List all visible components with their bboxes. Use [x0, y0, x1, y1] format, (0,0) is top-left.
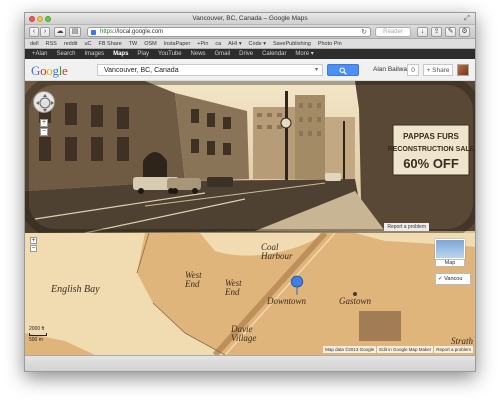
scale-bar: 2000 ft 500 m [29, 326, 47, 343]
edit-map-maker-link[interactable]: Edit in Google Map Maker [377, 346, 434, 353]
dropdown-icon[interactable]: ▾ [315, 65, 318, 76]
gbar-item-drive[interactable]: Drive [239, 49, 253, 59]
bookmark-item[interactable]: +Pin [197, 39, 208, 48]
zoom-window-button[interactable] [45, 16, 51, 22]
map-panel[interactable]: English Bay West End West End Coal Harbo… [25, 233, 475, 355]
label-strath: Strath [451, 336, 474, 346]
bookmark-item[interactable]: Code ▾ [249, 39, 266, 48]
label-downtown: Downtown [267, 296, 307, 306]
gbar-item-plus-alan[interactable]: +Alan [32, 49, 48, 59]
gbar-item-calendar[interactable]: Calendar [262, 49, 286, 59]
title-bar: Vancouver, BC, Canada – Google Maps ⤢ [25, 13, 475, 25]
bookmarks-bar: dell RSS reddit uC FB Share TW OSM Insta… [25, 39, 475, 49]
search-button[interactable] [327, 64, 359, 76]
bookmark-item[interactable]: AHI ▾ [228, 39, 241, 48]
notifications-count[interactable]: 0 [407, 64, 419, 76]
url-host: local.google.com [118, 29, 164, 35]
bookmarks-button[interactable]: ▤ [69, 27, 81, 37]
map-type-thumbnail[interactable] [435, 239, 465, 259]
close-window-button[interactable] [29, 16, 35, 22]
bookmark-item[interactable]: OSM [144, 39, 157, 48]
sign-line-2: RECONSTRUCTION SALE [388, 146, 475, 153]
fullscreen-icon[interactable]: ⤢ [463, 15, 471, 23]
bookmark-item[interactable]: dell [30, 39, 39, 48]
google-logo[interactable]: Google [31, 63, 68, 79]
street-view-panel[interactable]: PAPPAS FURS RECONSTRUCTION SALE 60% OFF [25, 81, 475, 233]
cloud-tabs-button[interactable]: ☁ [54, 27, 66, 37]
search-input[interactable]: Vancouver, BC, Canada ▾ [97, 64, 323, 76]
bookmark-item[interactable]: InstaPaper [164, 39, 191, 48]
layer-selector[interactable]: ✓ Vancou [435, 273, 471, 285]
search-header: Google Vancouver, BC, Canada ▾ Alan Bail… [25, 59, 475, 81]
sv-zoom-out-button[interactable]: − [40, 128, 48, 136]
sv-zoom-in-button[interactable]: + [40, 119, 48, 127]
map-attribution: Map data ©2013 Google Edit in Google Map … [322, 346, 473, 353]
pan-arrows-icon [36, 94, 54, 112]
gbar-item-images[interactable]: Images [84, 49, 104, 59]
gbar-item-maps[interactable]: Maps [113, 49, 128, 59]
gbar-item-more[interactable]: More ▾ [295, 49, 313, 59]
compass-control[interactable] [33, 91, 55, 113]
reader-button[interactable]: Reader [375, 27, 411, 37]
status-bar [25, 355, 475, 371]
label-gastown: Gastown [339, 296, 372, 306]
favicon-icon [91, 30, 96, 35]
bookmark-item[interactable]: SavePublishing [273, 39, 311, 48]
map-report-problem-link[interactable]: Report a problem [434, 346, 473, 353]
bookmark-item[interactable]: reddit [64, 39, 78, 48]
address-bar[interactable]: https://local.google.com ↻ [87, 27, 371, 37]
share-button[interactable]: + Share [423, 64, 453, 76]
sign-line-3: 60% OFF [403, 156, 459, 171]
gbar-item-search[interactable]: Search [56, 49, 75, 59]
bookmark-item[interactable]: RSS [46, 39, 57, 48]
settings-icon[interactable]: ⚙ [459, 27, 470, 37]
street-view-image: PAPPAS FURS RECONSTRUCTION SALE 60% OFF [25, 81, 475, 233]
label-west-end-2: West End [225, 278, 242, 297]
google-bar: +Alan Search Images Maps Play YouTube Ne… [25, 49, 475, 59]
map-zoom-in-button[interactable]: + [30, 237, 37, 244]
url-scheme: https [100, 29, 114, 35]
browser-toolbar: ‹ › ☁ ▤ https://local.google.com ↻ Reade… [25, 25, 475, 39]
map-type-label[interactable]: Map [435, 259, 465, 267]
avatar[interactable] [457, 64, 469, 76]
bookmark-item[interactable]: TW [129, 39, 138, 48]
back-button[interactable]: ‹ [29, 27, 39, 37]
browser-window: Vancouver, BC, Canada – Google Maps ⤢ ‹ … [24, 12, 476, 372]
map-data-credit: Map data ©2013 Google [323, 346, 377, 353]
gbar-item-play[interactable]: Play [137, 49, 149, 59]
download-icon[interactable]: ↓ [417, 27, 428, 37]
map-zoom-out-button[interactable]: − [30, 245, 37, 252]
label-davie-village: Davie Village [231, 324, 257, 343]
forward-button[interactable]: › [40, 27, 50, 37]
share-page-icon[interactable]: ⇪ [431, 27, 442, 37]
search-icon [339, 67, 347, 75]
pin-icon[interactable]: ✎ [445, 27, 456, 37]
label-coal-harbour: Coal Harbour [261, 242, 293, 261]
gbar-item-gmail[interactable]: Gmail [215, 49, 231, 59]
sign-line-1: PAPPAS FURS [403, 132, 459, 141]
bookmark-item[interactable]: ca [215, 39, 221, 48]
bookmark-item[interactable]: FB Share [98, 39, 121, 48]
scale-m: 500 m [29, 337, 43, 343]
window-title: Vancouver, BC, Canada – Google Maps [192, 15, 308, 22]
search-value: Vancouver, BC, Canada [104, 67, 179, 74]
scale-ft: 2000 ft [29, 326, 45, 332]
bookmark-item[interactable]: uC [85, 39, 92, 48]
gbar-item-youtube[interactable]: YouTube [158, 49, 182, 59]
bookmark-item[interactable]: Photo Pin [318, 39, 342, 48]
gbar-item-news[interactable]: News [191, 49, 206, 59]
minimize-window-button[interactable] [37, 16, 43, 22]
reload-icon[interactable]: ↻ [361, 28, 367, 37]
label-english-bay: English Bay [51, 284, 100, 295]
label-west-end-1: West End [185, 270, 202, 289]
sv-report-problem-link[interactable]: Report a problem [384, 223, 429, 231]
